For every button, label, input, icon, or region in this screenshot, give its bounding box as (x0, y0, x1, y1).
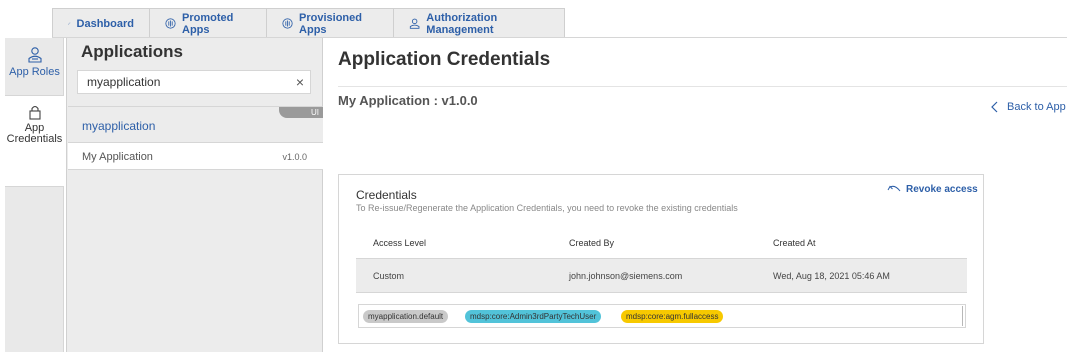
app-subtitle: My Application : v1.0.0 (338, 93, 478, 108)
ui-badge: UI (279, 107, 323, 118)
credentials-description: To Re-issue/Regenerate the Application C… (356, 203, 738, 213)
applications-panel: Applications × myapplication UI My Appli… (66, 38, 323, 352)
chevron-left-icon (991, 101, 998, 113)
tab-label: Promoted Apps (182, 11, 234, 36)
list-item-selected[interactable]: myapplication UI (68, 106, 323, 142)
tab-provisioned-apps[interactable]: Provisioned Apps (266, 8, 394, 38)
back-to-app-link[interactable]: Back to App (991, 101, 1066, 113)
scope-chip: mdsp:core:Admin3rdPartyTechUser (465, 310, 602, 323)
credentials-card: Credentials To Re-issue/Regenerate the A… (338, 174, 984, 344)
scopes-box: myapplication.default mdsp:core:Admin3rd… (358, 304, 966, 328)
credentials-title: Credentials (356, 188, 417, 202)
tab-label: Dashboard (76, 17, 134, 30)
table-cell: Wed, Aug 18, 2021 05:46 AM (773, 271, 890, 281)
tab-promoted-apps[interactable]: Promoted Apps (149, 8, 267, 38)
left-nav: App Roles App Credentials (5, 38, 64, 352)
top-tabs: Dashboard Promoted Apps Provisioned Apps… (52, 8, 565, 38)
search-box: × (77, 70, 311, 94)
search-input[interactable] (87, 75, 277, 89)
app-name: My Application (82, 151, 153, 163)
lock-icon (28, 105, 41, 120)
table-row[interactable]: Custom john.johnson@siemens.com Wed, Aug… (356, 259, 967, 293)
tab-label: Provisioned Apps (299, 11, 362, 36)
table-cell: Custom (373, 271, 405, 281)
scrollbar[interactable] (962, 306, 965, 326)
back-label: Back to App (1007, 101, 1066, 113)
user-icon (409, 18, 420, 29)
main-content: Application Credentials My Application :… (324, 38, 1077, 352)
roles-icon (27, 47, 42, 63)
app-icon (282, 18, 293, 29)
tab-authorization-management[interactable]: Authorization Management (393, 8, 565, 38)
applications-title: Applications (81, 42, 184, 61)
clear-icon[interactable]: × (296, 74, 304, 90)
column-header: Access Level (373, 238, 427, 248)
table-header: Access Level Created By Created At (356, 226, 967, 259)
column-header: Created At (773, 238, 816, 248)
undo-icon (887, 185, 901, 192)
revoke-access-button[interactable]: Revoke access (887, 184, 978, 195)
app-version: v1.0.0 (282, 152, 307, 162)
title-divider (338, 86, 1067, 87)
column-header: Created By (569, 238, 615, 248)
nav-app-roles-label: App Roles (9, 66, 60, 78)
scope-chip: mdsp:core:agm.fullaccess (621, 310, 724, 323)
scope-chip: myapplication.default (363, 310, 449, 323)
app-name: myapplication (82, 119, 156, 133)
tab-label: Authorization Management (426, 11, 498, 36)
nav-app-credentials[interactable]: App Credentials (5, 95, 64, 187)
page-title: Application Credentials (338, 49, 551, 70)
nav-app-credentials-label-2: Credentials (6, 133, 63, 145)
list-item[interactable]: My Application v1.0.0 (68, 142, 323, 170)
pencil-icon (68, 22, 71, 25)
table-cell: john.johnson@siemens.com (569, 271, 683, 281)
app-icon (165, 18, 176, 29)
nav-app-roles[interactable]: App Roles (5, 46, 64, 96)
revoke-label: Revoke access (906, 184, 978, 195)
tab-dashboard[interactable]: Dashboard (52, 8, 150, 38)
